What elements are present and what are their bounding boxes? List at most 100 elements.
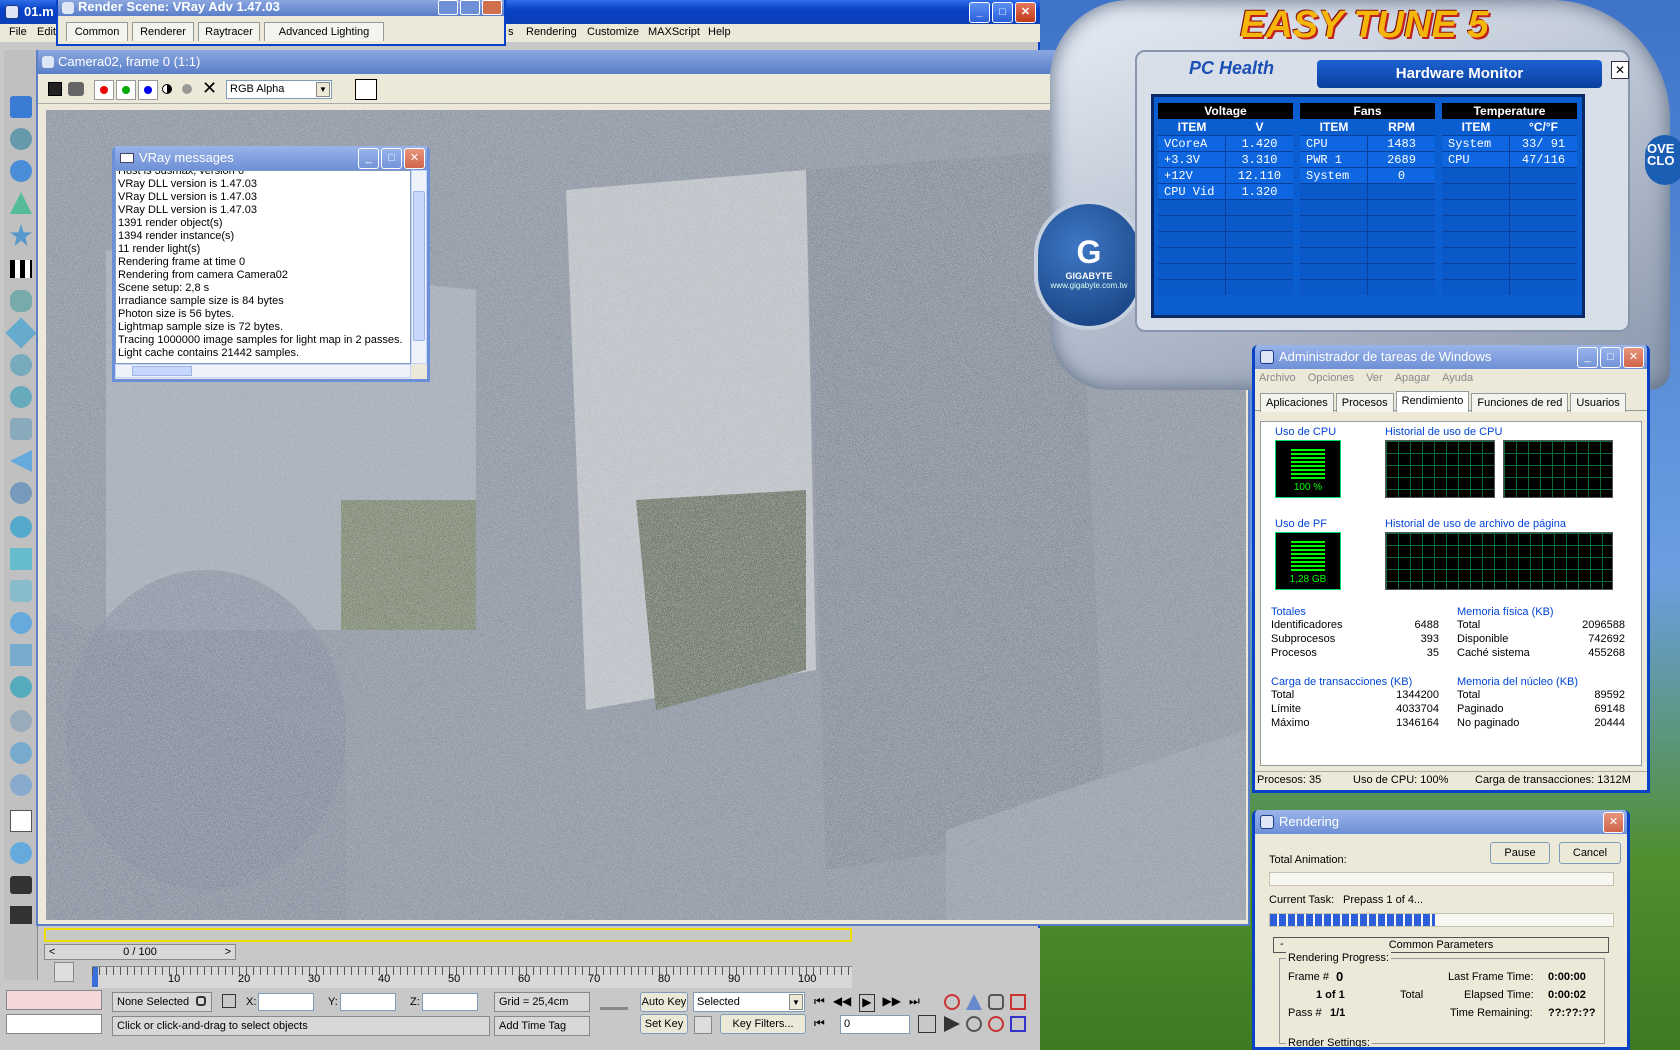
magnify-icon[interactable] <box>10 842 32 864</box>
render-scene-title-bar[interactable]: Render Scene: VRay Adv 1.47.03 <box>58 0 504 16</box>
tool-icon[interactable] <box>10 354 32 376</box>
figure-icon[interactable] <box>10 548 32 570</box>
create-icon[interactable] <box>10 96 32 118</box>
pen-icon[interactable] <box>5 317 37 349</box>
timeslider-track[interactable] <box>44 928 852 942</box>
next-frame-arrow[interactable]: > <box>225 945 231 959</box>
task-manager-title-bar[interactable]: Administrador de tareas de Windows _ □ ✕ <box>1255 345 1647 369</box>
maximize-viewport-icon[interactable] <box>1010 1016 1026 1032</box>
sphere-icon[interactable] <box>10 160 32 182</box>
track-bar[interactable]: 10 20 30 40 50 60 70 80 90 100 <box>92 966 852 988</box>
layers-icon[interactable] <box>10 290 32 312</box>
maximize-icon[interactable] <box>460 0 480 15</box>
scrollbar-thumb[interactable] <box>413 191 425 341</box>
tab-advanced-lighting[interactable]: Advanced Lighting <box>264 22 384 41</box>
menu-maxscript[interactable]: MAXScript <box>648 26 700 38</box>
key-mode-toggle-icon[interactable]: ⏮ <box>814 1016 825 1031</box>
document-icon[interactable] <box>10 810 32 832</box>
time-slider[interactable]: < 0 / 100 > <box>44 944 236 960</box>
close-icon[interactable]: ✕ <box>1611 61 1629 79</box>
key-icon[interactable] <box>600 996 628 1010</box>
arc-rotate-icon[interactable] <box>988 1016 1004 1032</box>
tab-common[interactable]: Common <box>66 22 128 41</box>
y-coordinate-field[interactable] <box>340 993 396 1011</box>
vray-messages-title-bar[interactable]: VRay messages _ □ ✕ <box>115 146 427 170</box>
go-to-start-icon[interactable]: ⏮ <box>814 994 825 1012</box>
next-frame-icon[interactable]: ▶▶ <box>883 994 901 1012</box>
menu-edit[interactable]: Edit <box>37 26 56 38</box>
zoom-extents-all-icon[interactable] <box>1010 994 1026 1010</box>
film-icon[interactable] <box>10 906 32 924</box>
tab-funciones-de-red[interactable]: Funciones de red <box>1471 393 1569 412</box>
save-icon[interactable] <box>48 82 62 96</box>
minimize-icon[interactable] <box>438 0 458 15</box>
m-icon[interactable] <box>10 710 32 732</box>
close-icon[interactable]: ✕ <box>1603 812 1624 833</box>
modify-icon[interactable] <box>10 128 32 150</box>
gauge-icon[interactable] <box>10 742 32 764</box>
clone-icon[interactable] <box>68 82 84 96</box>
wave-icon[interactable] <box>10 482 32 504</box>
key-mode-select[interactable]: Selected ▼ <box>693 992 805 1012</box>
menu-rendering[interactable]: Rendering <box>526 26 577 38</box>
previous-frame-icon[interactable]: ◀◀ <box>833 994 851 1012</box>
horizontal-scrollbar[interactable] <box>115 364 411 378</box>
zoom-extents-icon[interactable] <box>988 994 1004 1010</box>
clear-icon[interactable]: ✕ <box>202 78 217 99</box>
menu-apagar[interactable]: Apagar <box>1395 369 1430 387</box>
time-config-icon[interactable] <box>918 1015 936 1033</box>
zoom-icon[interactable] <box>944 994 960 1010</box>
current-frame-field[interactable]: 0 <box>840 1015 910 1034</box>
alpha-channel-icon[interactable] <box>162 84 172 94</box>
link-icon[interactable] <box>10 516 32 538</box>
hscrollbar-thumb[interactable] <box>132 366 192 376</box>
collapse-icon[interactable]: - <box>1280 938 1284 950</box>
green-channel-button[interactable] <box>116 80 136 100</box>
chevron-down-icon[interactable]: ▼ <box>789 994 803 1010</box>
menu-archivo[interactable]: Archivo <box>1259 369 1296 387</box>
menu-opciones[interactable]: Opciones <box>1308 369 1354 387</box>
menu-partial[interactable]: s <box>508 26 514 38</box>
tab-usuarios[interactable]: Usuarios <box>1570 393 1626 412</box>
mono-icon[interactable] <box>182 84 192 94</box>
menu-ayuda[interactable]: Ayuda <box>1442 369 1473 387</box>
cylinder-icon[interactable] <box>10 580 32 602</box>
helper-icon[interactable] <box>10 418 32 440</box>
go-to-end-icon[interactable]: ⏭ <box>909 994 920 1012</box>
blue-channel-button[interactable] <box>138 80 158 100</box>
vertical-scrollbar[interactable] <box>411 170 427 364</box>
camera-icon[interactable] <box>10 876 32 894</box>
tab-rendimiento[interactable]: Rendimiento <box>1395 391 1470 412</box>
rendering-title-bar[interactable]: Rendering ✕ <box>1255 810 1627 834</box>
globe-icon[interactable] <box>10 774 32 796</box>
maximize-icon[interactable]: □ <box>381 148 402 169</box>
lock-icon[interactable] <box>196 996 206 1006</box>
z-coordinate-field[interactable] <box>422 993 478 1011</box>
tab-procesos[interactable]: Procesos <box>1335 393 1394 412</box>
absolute-mode-icon[interactable] <box>222 994 236 1008</box>
maxscript-listener-mini[interactable] <box>6 990 102 1010</box>
menu-file[interactable]: File <box>9 26 27 38</box>
key-filters-button[interactable]: Key Filters... <box>720 1014 806 1034</box>
minimize-icon[interactable]: _ <box>1577 347 1598 368</box>
close-icon[interactable] <box>482 0 502 15</box>
red-channel-button[interactable] <box>94 80 114 100</box>
chevron-down-icon[interactable]: ▼ <box>316 82 330 97</box>
pause-button[interactable]: Pause <box>1490 842 1550 864</box>
wrench-icon[interactable] <box>10 612 32 634</box>
menu-help[interactable]: Help <box>708 26 731 38</box>
menu-customize[interactable]: Customize <box>587 26 639 38</box>
tab-renderer[interactable]: Renderer <box>132 22 194 41</box>
close-icon[interactable]: ✕ <box>404 148 425 169</box>
channel-select[interactable]: RGB Alpha ▼ <box>226 80 332 99</box>
paint-icon[interactable] <box>10 644 32 666</box>
cancel-button[interactable]: Cancel <box>1559 842 1621 864</box>
play-icon[interactable]: ▶ <box>859 994 875 1012</box>
star-icon[interactable] <box>10 224 32 246</box>
maxscript-input-mini[interactable] <box>6 1014 102 1034</box>
checker-icon[interactable] <box>10 260 32 278</box>
add-time-tag-button[interactable]: Add Time Tag <box>494 1016 590 1036</box>
zoom-all-icon[interactable] <box>966 994 982 1010</box>
cone-icon[interactable] <box>10 192 32 214</box>
tab-raytracer[interactable]: Raytracer <box>198 22 260 41</box>
